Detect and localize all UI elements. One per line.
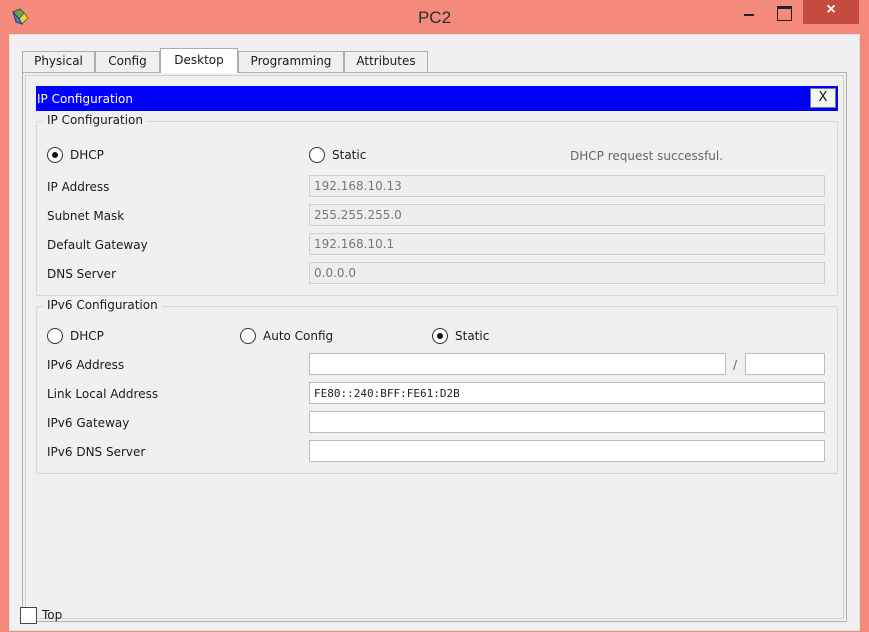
default-gateway-label: Default Gateway	[47, 238, 148, 252]
ipv4-static-radio[interactable]: Static	[309, 146, 366, 164]
maximize-button[interactable]	[765, 0, 803, 24]
ipv4-dhcp-radio[interactable]: DHCP	[47, 146, 104, 164]
ipv4-group-legend: IP Configuration	[43, 113, 147, 127]
dhcp-status-text: DHCP request successful.	[570, 149, 724, 163]
close-icon: ×	[826, 1, 836, 18]
radio-unselected-icon	[240, 328, 256, 344]
top-checkbox[interactable]	[20, 607, 37, 624]
ipv4-static-label: Static	[332, 148, 367, 162]
tab-programming[interactable]: Programming	[238, 51, 344, 72]
ipv6-prefix-length-field[interactable]	[745, 353, 825, 375]
ip-config-close-button[interactable]: X	[810, 88, 836, 108]
tab-physical[interactable]: Physical	[22, 51, 95, 72]
ip-address-label: IP Address	[47, 180, 110, 194]
link-local-address-field[interactable]: FE80::240:BFF:FE61:D2B	[309, 382, 825, 404]
ipv6-auto-config-label: Auto Config	[263, 329, 334, 343]
tab-desktop[interactable]: Desktop	[160, 48, 238, 73]
ipv6-dhcp-radio[interactable]: DHCP	[47, 327, 104, 345]
ipv4-config-group: IP Configuration DHCP Static DHCP reques…	[36, 113, 838, 296]
subnet-mask-field[interactable]: 255.255.255.0	[309, 204, 825, 226]
prefix-separator: /	[733, 358, 738, 372]
ip-address-field[interactable]: 192.168.10.13	[309, 175, 825, 197]
ipv6-dns-server-label: IPv6 DNS Server	[47, 445, 146, 459]
ipv6-gateway-field[interactable]	[309, 411, 825, 433]
ipv6-gateway-label: IPv6 Gateway	[47, 416, 130, 430]
ipv6-config-group: IPv6 Configuration DHCP Auto Config Stat…	[36, 298, 838, 474]
minimize-button[interactable]	[735, 0, 763, 24]
ipv6-address-field[interactable]	[309, 353, 726, 375]
tab-config[interactable]: Config	[95, 51, 160, 72]
device-window-body: Physical Config Desktop Programming Attr…	[9, 34, 860, 631]
ipv6-auto-config-radio[interactable]: Auto Config	[240, 327, 333, 345]
ipv6-static-label: Static	[455, 329, 490, 343]
title-bar[interactable]: PC2 ×	[0, 0, 869, 34]
radio-selected-icon	[47, 147, 63, 163]
top-checkbox-label: Top	[42, 608, 63, 622]
tab-attributes[interactable]: Attributes	[344, 51, 428, 72]
ipv4-dhcp-label: DHCP	[70, 148, 104, 162]
close-window-button[interactable]: ×	[803, 0, 859, 24]
ipv6-static-radio[interactable]: Static	[432, 327, 489, 345]
dns-server-label: DNS Server	[47, 267, 116, 281]
radio-selected-icon	[432, 328, 448, 344]
ip-config-header: IP Configuration X	[36, 86, 838, 111]
ipv6-dhcp-label: DHCP	[70, 329, 104, 343]
radio-unselected-icon	[309, 147, 325, 163]
radio-unselected-icon	[47, 328, 63, 344]
desktop-panel: IP Configuration X IP Configuration DHCP…	[22, 72, 847, 622]
ipv6-dns-server-field[interactable]	[309, 440, 825, 462]
subnet-mask-label: Subnet Mask	[47, 209, 125, 223]
link-local-address-label: Link Local Address	[47, 387, 159, 401]
ipv6-group-legend: IPv6 Configuration	[43, 298, 162, 312]
ip-config-title: IP Configuration	[37, 92, 133, 106]
ip-configuration-window: IP Configuration X IP Configuration DHCP…	[25, 75, 844, 619]
ipv6-address-label: IPv6 Address	[47, 358, 125, 372]
default-gateway-field[interactable]: 192.168.10.1	[309, 233, 825, 255]
dns-server-field[interactable]: 0.0.0.0	[309, 262, 825, 284]
